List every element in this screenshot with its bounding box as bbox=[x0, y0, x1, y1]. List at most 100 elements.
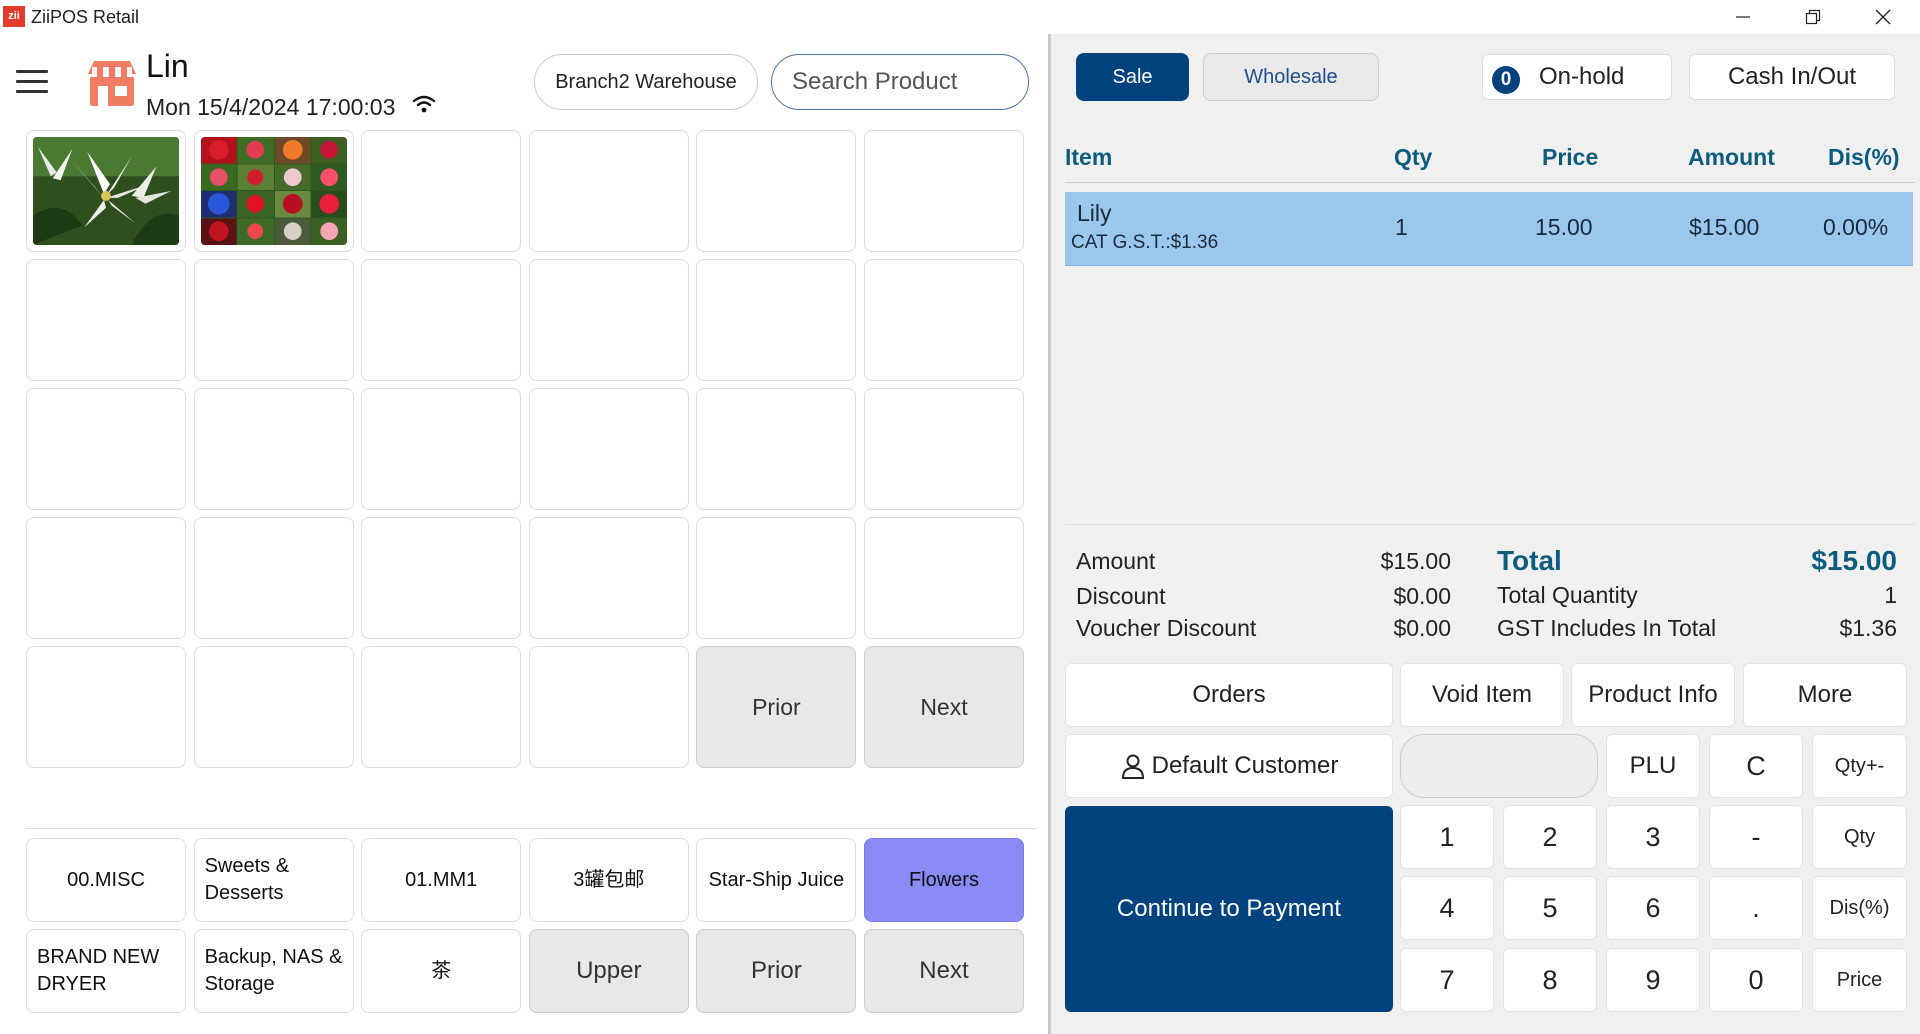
close-button[interactable] bbox=[1852, 0, 1914, 34]
product-tile-empty[interactable] bbox=[696, 388, 857, 510]
product-tile-empty[interactable] bbox=[361, 130, 522, 252]
category-tea[interactable]: 茶 bbox=[361, 929, 522, 1013]
product-tile-empty[interactable] bbox=[26, 517, 186, 639]
keypad-4[interactable]: 4 bbox=[1400, 876, 1494, 940]
divider bbox=[26, 828, 1036, 829]
column-price: Price bbox=[1542, 144, 1599, 170]
column-discount: Dis(%) bbox=[1828, 144, 1900, 170]
product-tile-empty[interactable] bbox=[26, 388, 186, 510]
default-customer-button[interactable]: Default Customer bbox=[1065, 734, 1393, 798]
orders-button[interactable]: Orders bbox=[1065, 663, 1393, 727]
category-upper-button[interactable]: Upper bbox=[528, 929, 689, 1013]
minimize-button[interactable] bbox=[1712, 0, 1774, 34]
qty-button[interactable]: Qty bbox=[1812, 805, 1907, 869]
plu-button[interactable]: PLU bbox=[1606, 734, 1700, 798]
keypad-9[interactable]: 9 bbox=[1606, 948, 1700, 1012]
product-tile-empty[interactable] bbox=[26, 259, 186, 381]
keypad-6[interactable]: 6 bbox=[1606, 876, 1700, 940]
total-label: Total bbox=[1497, 545, 1562, 576]
category-mm1[interactable]: 01.MM1 bbox=[361, 838, 522, 922]
product-tile-empty[interactable] bbox=[193, 646, 354, 768]
voucher-discount-label: Voucher Discount bbox=[1076, 615, 1257, 641]
keypad-2[interactable]: 2 bbox=[1503, 805, 1597, 869]
product-info-button[interactable]: Product Info bbox=[1571, 663, 1735, 727]
product-tile-empty[interactable] bbox=[528, 517, 689, 639]
product-tile-empty[interactable] bbox=[528, 388, 689, 510]
keypad-5[interactable]: 5 bbox=[1503, 876, 1597, 940]
title-bar: zii ZiiPOS Retail bbox=[0, 0, 1920, 34]
restore-button[interactable] bbox=[1782, 0, 1844, 34]
keypad-1[interactable]: 1 bbox=[1400, 805, 1494, 869]
discount-percent-button[interactable]: Dis(%) bbox=[1812, 876, 1907, 940]
order-line-row[interactable]: Lily CAT G.S.T.:$1.36 1 15.00 $15.00 0.0… bbox=[1065, 192, 1913, 266]
product-tile-empty[interactable] bbox=[528, 646, 689, 768]
product-tile-empty[interactable] bbox=[863, 388, 1024, 510]
search-input[interactable]: Search Product bbox=[771, 54, 1029, 110]
qty-plus-minus-button[interactable]: Qty+- bbox=[1812, 734, 1907, 798]
product-tile-empty[interactable] bbox=[193, 388, 354, 510]
line-item-discount: 0.00% bbox=[1823, 214, 1889, 240]
product-tile-empty[interactable] bbox=[528, 259, 689, 381]
product-tile-empty[interactable] bbox=[696, 517, 857, 639]
gst-label: GST Includes In Total bbox=[1497, 615, 1717, 641]
keypad-0[interactable]: 0 bbox=[1709, 948, 1803, 1012]
category-next-button[interactable]: Next bbox=[863, 929, 1024, 1013]
clear-button[interactable]: C bbox=[1709, 734, 1803, 798]
keypad-decimal[interactable]: . bbox=[1709, 876, 1803, 940]
store-icon bbox=[88, 61, 136, 106]
category-grid: 00.MISC Sweets & Desserts 01.MM1 3罐包邮 St… bbox=[26, 838, 1024, 1013]
column-amount: Amount bbox=[1688, 144, 1775, 170]
void-item-button[interactable]: Void Item bbox=[1400, 663, 1564, 727]
default-customer-label: Default Customer bbox=[1151, 752, 1339, 779]
product-tile-empty[interactable] bbox=[696, 259, 857, 381]
product-tile-empty[interactable] bbox=[863, 259, 1024, 381]
category-flowers[interactable]: Flowers bbox=[863, 838, 1024, 922]
on-hold-count-badge: 0 bbox=[1492, 66, 1520, 94]
more-button[interactable]: More bbox=[1743, 663, 1907, 727]
continue-to-payment-button[interactable]: Continue to Payment bbox=[1065, 806, 1393, 1012]
product-tile-empty[interactable] bbox=[361, 388, 522, 510]
product-tile-empty[interactable] bbox=[528, 130, 689, 252]
close-icon bbox=[1875, 9, 1891, 25]
product-tile-empty[interactable] bbox=[26, 646, 186, 768]
product-tile-empty[interactable] bbox=[863, 130, 1024, 252]
category-star-ship-juice[interactable]: Star-Ship Juice bbox=[696, 838, 857, 922]
product-tile-empty[interactable] bbox=[361, 646, 522, 768]
cash-in-out-button[interactable]: Cash In/Out bbox=[1689, 54, 1895, 100]
product-tile-lily[interactable] bbox=[26, 130, 186, 252]
product-tile-empty[interactable] bbox=[863, 517, 1024, 639]
product-tile-empty[interactable] bbox=[696, 130, 857, 252]
keypad-3[interactable]: 3 bbox=[1606, 805, 1700, 869]
product-tile-empty[interactable] bbox=[193, 517, 354, 639]
keypad-input-field[interactable] bbox=[1400, 734, 1598, 798]
product-tile-empty[interactable] bbox=[361, 517, 522, 639]
on-hold-label: On-hold bbox=[1539, 63, 1625, 90]
line-item-name: Lily bbox=[1077, 200, 1112, 226]
product-tile-roses[interactable] bbox=[193, 130, 354, 252]
branch-selector[interactable]: Branch2 Warehouse bbox=[534, 54, 758, 110]
discount-value: $0.00 bbox=[1393, 583, 1451, 609]
header-divider bbox=[1065, 182, 1915, 183]
product-tile-empty[interactable] bbox=[361, 259, 522, 381]
wholesale-tab[interactable]: Wholesale bbox=[1203, 53, 1379, 101]
sale-tab[interactable]: Sale bbox=[1076, 53, 1189, 101]
product-prior-button[interactable]: Prior bbox=[696, 646, 857, 768]
voucher-discount-value: $0.00 bbox=[1393, 615, 1451, 641]
total-quantity-label: Total Quantity bbox=[1497, 582, 1638, 608]
product-next-button[interactable]: Next bbox=[863, 646, 1024, 768]
category-3can-free-shipping[interactable]: 3罐包邮 bbox=[528, 838, 689, 922]
on-hold-button[interactable]: 0 On-hold bbox=[1482, 54, 1672, 100]
product-tile-empty[interactable] bbox=[193, 259, 354, 381]
category-sweets-desserts[interactable]: Sweets & Desserts bbox=[193, 838, 354, 922]
price-button[interactable]: Price bbox=[1812, 948, 1907, 1012]
keypad-7[interactable]: 7 bbox=[1400, 948, 1494, 1012]
category-brand-new-dryer[interactable]: BRAND NEW DRYER bbox=[26, 929, 186, 1013]
discount-label: Discount bbox=[1076, 583, 1166, 609]
menu-icon[interactable] bbox=[16, 70, 48, 94]
keypad-minus[interactable]: - bbox=[1709, 805, 1803, 869]
category-misc[interactable]: 00.MISC bbox=[26, 838, 186, 922]
date-time: Mon 15/4/2024 17:00:03 bbox=[146, 94, 396, 120]
keypad-8[interactable]: 8 bbox=[1503, 948, 1597, 1012]
category-backup-nas-storage[interactable]: Backup, NAS & Storage bbox=[193, 929, 354, 1013]
category-prior-button[interactable]: Prior bbox=[696, 929, 857, 1013]
